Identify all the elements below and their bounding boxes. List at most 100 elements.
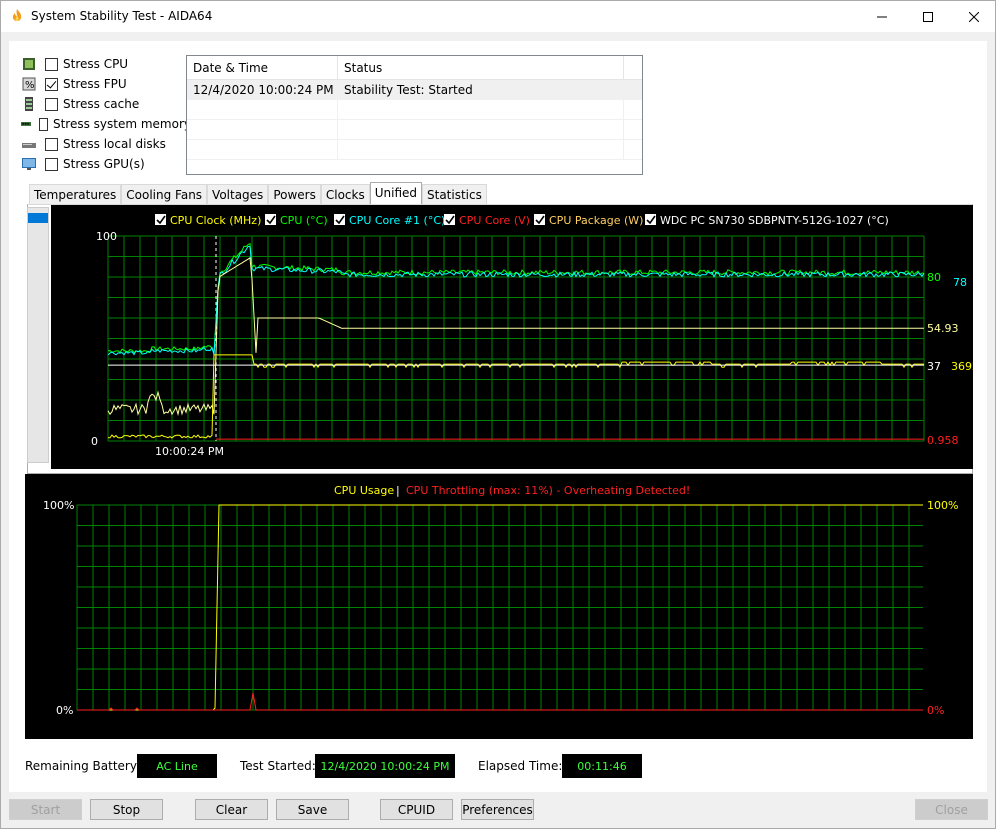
sensor-scroll-list[interactable] (27, 207, 49, 463)
stress-cache-checkbox[interactable] (45, 97, 58, 111)
stress-memory-checkbox[interactable] (39, 117, 48, 131)
elapsed-time-value: 00:11:46 (562, 754, 642, 778)
minimize-icon (877, 16, 887, 17)
column-header-status[interactable]: Status (338, 56, 624, 79)
readout-cpu-clock: 3692 (951, 360, 973, 373)
tab-cooling-fans[interactable]: Cooling Fans (121, 184, 208, 204)
legend-item-label: CPU Core #1 (°C) (349, 214, 445, 227)
legend-item-label: CPU Core (V) (459, 214, 530, 227)
stress-cache-label: Stress cache (63, 97, 140, 111)
y-axis-bottom-label: 0 (91, 435, 98, 448)
stress-disks-option[interactable]: Stress local disks (21, 135, 191, 153)
clear-button[interactable]: Clear (195, 799, 268, 820)
stress-disks-label: Stress local disks (63, 137, 166, 151)
cpu-throttling-title: CPU Throttling (max: 11%) - Overheating … (406, 484, 690, 497)
close-button[interactable]: Close (915, 799, 988, 820)
unified-graph-svg: 100 0 10:00:24 PM CPU Clock (MHz) CPU (°C… (91, 214, 979, 458)
usage-y-top-label: 100% (43, 499, 74, 512)
selected-sensor-item[interactable] (28, 213, 48, 223)
disk-drive-icon (22, 143, 36, 148)
column-header-datetime[interactable]: Date & Time (187, 56, 338, 79)
time-marker-label: 10:00:24 PM (155, 445, 224, 458)
throttle-readout-bottom: 0% (927, 704, 944, 717)
table-row[interactable]: 12/4/2020 10:00:24 PM Stability Test: St… (187, 80, 642, 100)
readout-ssd-temp: 37 (927, 360, 941, 373)
stress-cpu-label: Stress CPU (63, 57, 129, 71)
event-log-table[interactable]: Date & Time Status 12/4/2020 10:00:24 PM… (186, 55, 643, 175)
stress-memory-option[interactable]: Stress system memory (21, 115, 191, 133)
aida64-flame-icon (12, 9, 22, 22)
test-started-value: 12/4/2020 10:00:24 PM (315, 754, 455, 778)
stress-gpu-checkbox[interactable] (45, 157, 58, 171)
tab-temperatures[interactable]: Temperatures (29, 184, 122, 204)
cpu-usage-title: CPU Usage (334, 484, 394, 497)
empty-cell (338, 120, 624, 139)
stress-cache-option[interactable]: Stress cache (21, 95, 191, 113)
tab-powers[interactable]: Powers (268, 184, 321, 204)
legend-item-label: CPU (°C) (280, 214, 328, 227)
series-cpu-temp (107, 242, 925, 354)
maximize-button[interactable] (905, 1, 951, 32)
minimize-button[interactable] (859, 1, 905, 32)
empty-cell (187, 140, 338, 159)
legend-item-label: CPU Package (W) (549, 214, 643, 227)
log-cell-status: Stability Test: Started (338, 80, 624, 99)
close-icon (969, 11, 979, 22)
status-bar: Remaining Battery: AC Line Test Started:… (25, 754, 965, 778)
log-cell-datetime: 12/4/2020 10:00:24 PM (187, 80, 338, 99)
window-title: System Stability Test - AIDA64 (31, 9, 213, 23)
graph-title-separator: | (396, 484, 400, 497)
table-row (187, 120, 642, 140)
usage-readout-top: 100% (927, 499, 958, 512)
save-button[interactable]: Save (276, 799, 349, 820)
empty-cell (187, 120, 338, 139)
graph-tabs: Temperatures Cooling Fans Voltages Power… (29, 182, 487, 204)
table-row (187, 100, 642, 120)
stress-fpu-option[interactable]: % Stress FPU (21, 75, 191, 93)
aida64-window: System Stability Test - AIDA64 Stress CP… (0, 0, 996, 829)
cpu-usage-graph-svg: CPU Usage | CPU Throttling (max: 11%) - … (43, 484, 958, 717)
maximize-icon (923, 11, 933, 22)
stop-button[interactable]: Stop (90, 799, 163, 820)
readout-core-temp: 78 (953, 276, 967, 289)
cache-icon (25, 97, 33, 111)
stress-fpu-checkbox[interactable] (45, 77, 58, 91)
series-package-power (107, 257, 924, 417)
cpuid-button[interactable]: CPUID (380, 799, 453, 820)
tab-clocks[interactable]: Clocks (320, 184, 370, 204)
table-row (187, 140, 642, 160)
empty-cell (187, 100, 338, 119)
tab-voltages[interactable]: Voltages (207, 184, 269, 204)
log-header-row: Date & Time Status (187, 56, 642, 80)
stress-disks-checkbox[interactable] (45, 137, 58, 151)
test-started-label: Test Started: (240, 759, 316, 773)
battery-value: AC Line (137, 754, 217, 778)
stress-fpu-label: Stress FPU (63, 77, 127, 91)
empty-cell (338, 100, 624, 119)
readout-cpu-temp: 80 (927, 271, 941, 284)
stress-cpu-checkbox[interactable] (45, 57, 58, 71)
main-panel: Stress CPU % Stress FPU Stress cache Str… (9, 41, 987, 792)
window-close-button[interactable] (951, 1, 996, 32)
readout-core-voltage: 0.958 (927, 434, 959, 447)
usage-y-bottom-label: 0% (56, 704, 73, 717)
stress-gpu-label: Stress GPU(s) (63, 157, 145, 171)
legend-item-label: CPU Clock (MHz) (170, 214, 261, 227)
title-bar[interactable]: System Stability Test - AIDA64 (1, 1, 995, 32)
legend-item-label: WDC PC SN730 SDBPNTY-512G-1027 (°C) (660, 214, 889, 227)
tab-unified[interactable]: Unified (369, 182, 422, 204)
series-cpu-throttling (77, 692, 923, 711)
y-axis-top-label: 100 (96, 230, 117, 243)
elapsed-time-label: Elapsed Time: (478, 759, 563, 773)
empty-cell (338, 140, 624, 159)
stress-cpu-option[interactable]: Stress CPU (21, 55, 191, 73)
memory-module-icon (21, 122, 32, 126)
stress-gpu-option[interactable]: Stress GPU(s) (21, 155, 191, 173)
readout-package-power: 54.93 (927, 322, 959, 335)
preferences-button[interactable]: Preferences (461, 799, 534, 820)
tab-statistics[interactable]: Statistics (422, 184, 487, 204)
battery-label: Remaining Battery: (25, 759, 141, 773)
cpu-chip-icon (23, 58, 35, 70)
start-button[interactable]: Start (9, 799, 82, 820)
series-cpu-clock (108, 354, 924, 439)
